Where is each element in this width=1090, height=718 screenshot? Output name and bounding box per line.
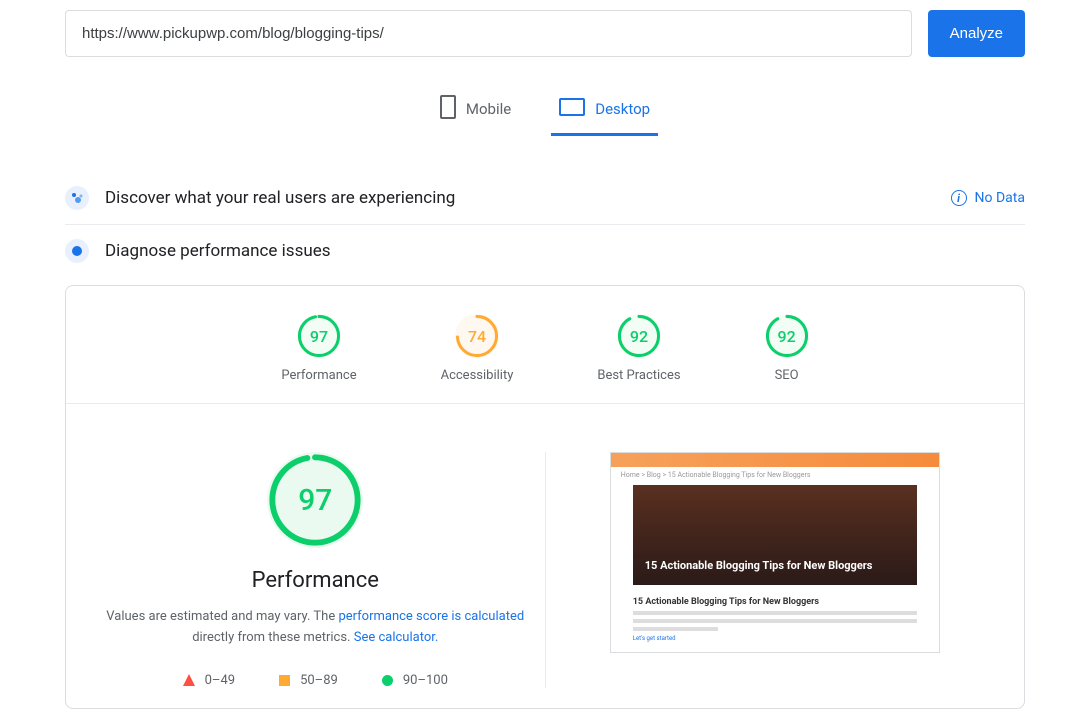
thumb-body: 15 Actionable Blogging Tips for New Blog… bbox=[611, 591, 939, 652]
users-icon bbox=[65, 186, 89, 210]
thumb-hero: 15 Actionable Blogging Tips for New Blog… bbox=[633, 485, 917, 585]
calc-link-1[interactable]: performance score is calculated bbox=[338, 609, 524, 624]
screenshot-preview: Home > Blog > 15 Actionable Blogging Tip… bbox=[546, 452, 1005, 688]
info-icon bbox=[951, 190, 967, 206]
no-data-link[interactable]: No Data bbox=[951, 190, 1025, 206]
score-circle: 92 bbox=[617, 314, 661, 358]
score-performance[interactable]: 97 Performance bbox=[281, 314, 356, 383]
score-label: Best Practices bbox=[597, 368, 680, 383]
score-best-practices[interactable]: 92 Best Practices bbox=[597, 314, 680, 383]
score-circle: 97 bbox=[297, 314, 341, 358]
legend-high: 90–100 bbox=[382, 673, 448, 688]
search-row: Analyze bbox=[65, 10, 1025, 57]
discover-title: Discover what your real users are experi… bbox=[105, 188, 951, 208]
score-circle: 74 bbox=[455, 314, 499, 358]
legend-low: 0–49 bbox=[183, 673, 235, 688]
performance-heading: Performance bbox=[252, 568, 379, 593]
thumb-cta: Let's get started bbox=[633, 635, 917, 642]
tab-desktop-label: Desktop bbox=[595, 100, 650, 118]
score-legend: 0–49 50–89 90–100 bbox=[183, 673, 448, 688]
score-label: Performance bbox=[281, 368, 356, 383]
diagnose-icon bbox=[65, 239, 89, 263]
diagnose-title: Diagnose performance issues bbox=[105, 241, 1025, 261]
page-thumbnail: Home > Blog > 15 Actionable Blogging Tip… bbox=[610, 452, 940, 653]
triangle-icon bbox=[183, 674, 195, 686]
tab-desktop[interactable]: Desktop bbox=[551, 85, 658, 136]
mobile-icon bbox=[440, 95, 456, 123]
tab-mobile[interactable]: Mobile bbox=[432, 85, 519, 136]
score-label: Accessibility bbox=[441, 368, 514, 383]
tab-mobile-label: Mobile bbox=[466, 100, 511, 118]
device-tabs: Mobile Desktop bbox=[65, 85, 1025, 136]
score-accessibility[interactable]: 74 Accessibility bbox=[441, 314, 514, 383]
performance-summary: 97 Performance Values are estimated and … bbox=[86, 452, 546, 688]
thumb-header bbox=[611, 453, 939, 467]
report-card: 97 Performance 74 Accessibility 92 Best … bbox=[65, 285, 1025, 709]
performance-description: Values are estimated and may vary. The p… bbox=[106, 607, 525, 649]
circle-icon bbox=[382, 675, 393, 686]
thumb-subtitle: 15 Actionable Blogging Tips for New Blog… bbox=[633, 597, 917, 607]
thumb-breadcrumb: Home > Blog > 15 Actionable Blogging Tip… bbox=[611, 467, 939, 483]
diagnose-section: Diagnose performance issues bbox=[65, 225, 1025, 277]
score-circle: 92 bbox=[765, 314, 809, 358]
no-data-label: No Data bbox=[975, 190, 1025, 206]
analyze-button[interactable]: Analyze bbox=[928, 10, 1025, 57]
thumb-hero-title: 15 Actionable Blogging Tips for New Blog… bbox=[645, 559, 905, 573]
legend-mid: 50–89 bbox=[279, 673, 338, 688]
discover-section: Discover what your real users are experi… bbox=[65, 172, 1025, 225]
score-seo[interactable]: 92 SEO bbox=[765, 314, 809, 383]
calc-link-2[interactable]: See calculator. bbox=[354, 630, 439, 645]
square-icon bbox=[279, 675, 290, 686]
url-input[interactable] bbox=[65, 10, 912, 57]
desktop-icon bbox=[559, 98, 585, 120]
scores-row: 97 Performance 74 Accessibility 92 Best … bbox=[66, 286, 1024, 404]
big-score-circle: 97 bbox=[267, 452, 363, 548]
performance-detail: 97 Performance Values are estimated and … bbox=[66, 404, 1024, 708]
score-label: SEO bbox=[775, 368, 799, 383]
